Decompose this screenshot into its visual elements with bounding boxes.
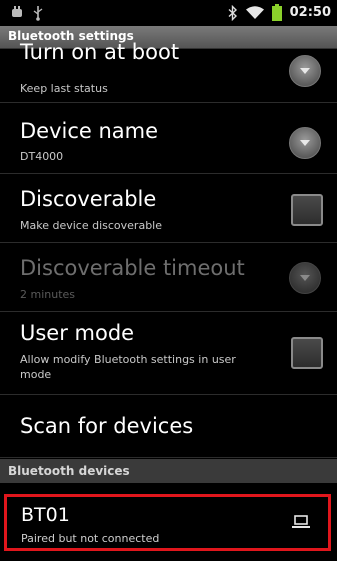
setting-subtitle: Make device discoverable — [20, 219, 162, 232]
battery-icon — [271, 4, 282, 21]
chevron-down-icon[interactable] — [289, 262, 321, 294]
setting-subtitle: 2 minutes — [20, 288, 76, 301]
setting-title: Scan for devices — [20, 414, 194, 438]
setting-title: Discoverable timeout — [20, 256, 245, 280]
wifi-icon — [245, 5, 264, 20]
setting-title: User mode — [20, 321, 135, 345]
setting-subtitle: DT4000 — [20, 150, 64, 163]
setting-title: Discoverable — [20, 187, 157, 211]
usb-debug-icon — [10, 5, 24, 21]
chevron-down-icon[interactable] — [289, 55, 321, 87]
section-header-bluetooth-devices: Bluetooth devices — [0, 459, 337, 483]
laptop-icon — [292, 515, 310, 529]
usb-icon — [32, 5, 44, 21]
device-item-bt01[interactable]: BT01 Paired but not connected — [4, 494, 331, 551]
chevron-down-icon[interactable] — [289, 127, 321, 159]
clock: 02:50 — [289, 5, 331, 20]
device-name: BT01 — [21, 504, 70, 526]
setting-discoverable[interactable]: Discoverable Make device discoverable — [0, 174, 337, 243]
status-bar: 02:50 — [0, 0, 337, 26]
scan-for-devices[interactable]: Scan for devices — [0, 395, 337, 458]
setting-subtitle: Allow modify Bluetooth settings in user … — [20, 353, 236, 381]
setting-turn-on-at-boot[interactable]: Turn on at boot Keep last status — [0, 40, 337, 103]
screen: 02:50 Bluetooth settings Turn on at boot… — [0, 0, 337, 561]
device-status: Paired but not connected — [21, 532, 160, 545]
setting-discoverable-timeout[interactable]: Discoverable timeout 2 minutes — [0, 243, 337, 312]
bluetooth-icon — [228, 4, 238, 21]
user-mode-checkbox[interactable] — [291, 337, 323, 369]
section-title: Bluetooth devices — [8, 464, 130, 478]
setting-title: Device name — [20, 119, 159, 143]
setting-user-mode[interactable]: User mode Allow modify Bluetooth setting… — [0, 312, 337, 395]
setting-title: Turn on at boot — [20, 40, 180, 64]
discoverable-checkbox[interactable] — [291, 194, 323, 226]
setting-device-name[interactable]: Device name DT4000 — [0, 103, 337, 174]
setting-subtitle: Keep last status — [20, 82, 108, 95]
